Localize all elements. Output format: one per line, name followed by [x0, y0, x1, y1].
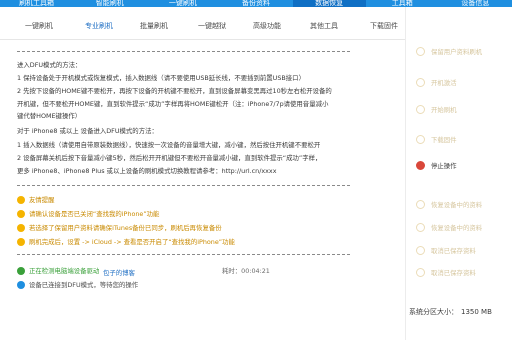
- nav-item-backup[interactable]: 备份资料: [219, 0, 292, 7]
- button-label: 取消已保存资料: [431, 246, 476, 255]
- button-label: 恢复设备中的资料: [431, 200, 483, 209]
- warning-icon: [17, 237, 25, 246]
- top-nav: 刷机工具箱 智能刷机 一键刷机 备份资料 数据恢复 工具箱 设备信息: [0, 0, 512, 7]
- status-connected: 正在检测电脑端设备驱动 耗时：00:04:21: [17, 265, 347, 276]
- restore-data-button[interactable]: 恢复设备中的资料: [416, 198, 506, 210]
- button-label: 保留用户资料刷机: [431, 47, 483, 56]
- timer-label: 耗时：: [222, 267, 242, 275]
- button-label: 开机激活: [431, 78, 457, 87]
- nav-item-smart-flash[interactable]: 智能刷机: [73, 0, 146, 7]
- divider: [17, 254, 350, 255]
- instruction-line: 2 先按下设备的HOME键不要松开，再按下设备的开机键不要松开，直到设备屏幕变黑…: [17, 87, 332, 95]
- instruction-line: 1 保持设备处于开机模式或恢复模式，插入数据线（请不要使用USB延长线，不要插到…: [17, 74, 305, 82]
- instruction-line: 对于 iPhone8 或以上 设备进入DFU模式的方法：: [17, 127, 158, 135]
- instruction-line: 更多 iPhone8、iPhone8 Plus 或以上设备的刷机模式切换教程请参…: [17, 167, 277, 175]
- app-window: 刷机工具箱 智能刷机 一键刷机 备份资料 数据恢复 工具箱 设备信息 一键刷机 …: [0, 0, 512, 340]
- instruction-line: 键代替HOME键操作）: [17, 112, 82, 120]
- restore-data-button[interactable]: 恢复设备中的资料: [416, 221, 506, 233]
- tab-jailbreak[interactable]: 一键越狱: [198, 21, 226, 31]
- warning-icon: [17, 209, 25, 218]
- status-text: 正在检测电脑端设备驱动: [29, 267, 100, 275]
- activate-button[interactable]: 开机激活: [416, 76, 506, 88]
- instruction-line: 2 设备屏幕关机后按下音量减小键5秒，然后松开开机键但不要松开音量减小键，直到软…: [17, 154, 322, 162]
- radio-icon: [416, 46, 425, 56]
- button-label: 开始刷机: [431, 105, 457, 114]
- tip-item: 刷机完成后，设置 -> iCloud -> 查看是否开启了“查找我的iPhone…: [17, 236, 235, 247]
- tip-header: 友情提醒: [17, 194, 55, 205]
- nav-item-one-click[interactable]: 一键刷机: [146, 0, 219, 7]
- blog-link[interactable]: 包子的博客: [103, 268, 135, 277]
- radio-icon: [416, 134, 425, 144]
- instruction-line: 1 插入数据线（请使用自带原装数据线），快速按一次设备的音量增大键，减小键，然后…: [17, 141, 321, 149]
- info-icon: [17, 280, 25, 289]
- divider: [17, 185, 350, 186]
- nav-item-recovery[interactable]: 数据恢复: [292, 0, 366, 7]
- download-firmware-button[interactable]: 下载固件: [416, 133, 506, 145]
- radio-icon: [416, 267, 425, 277]
- button-label: 恢复设备中的资料: [431, 223, 483, 232]
- nav-item-tools[interactable]: 工具箱: [366, 0, 439, 7]
- radio-icon: [416, 199, 425, 209]
- instruction-line: 开机键，但不要松开HOME键，直到软件提示“成功”字样再将HOME键松开（注：i…: [17, 100, 329, 108]
- stop-button[interactable]: 停止操作: [416, 159, 506, 171]
- tip-item: 若选择了保留用户资料请确保iTunes备份已同步，刷机后再恢复备份: [17, 222, 222, 233]
- elapsed-time: 耗时：00:04:21: [222, 266, 270, 275]
- radio-icon: [416, 104, 425, 114]
- sub-tabs: 一键刷机 专业刷机 批量刷机 一键越狱 高级功能 其他工具 下载固件: [0, 7, 405, 40]
- warning-icon: [17, 195, 25, 204]
- radio-icon: [416, 245, 425, 255]
- nav-item-device-info[interactable]: 设备信息: [439, 0, 512, 7]
- tab-batch-flash[interactable]: 批量刷机: [140, 21, 168, 31]
- tip-item: 请确认设备是否已关闭“查找我的iPhone”功能: [17, 208, 159, 219]
- tab-one-click-flash[interactable]: 一键刷机: [25, 21, 53, 31]
- radio-icon: [416, 222, 425, 232]
- button-label: 取消已保存资料: [431, 268, 476, 277]
- tab-pro-flash[interactable]: 专业刷机: [85, 21, 113, 31]
- action-sidebar: 保留用户资料刷机 开机激活 开始刷机 下载固件 停止操作 恢复设备中的资料 恢复…: [405, 7, 512, 340]
- dfu-heading: 进入DFU模式的方法：: [17, 61, 82, 69]
- partition-size-value: 1350 MB: [461, 308, 492, 316]
- warning-icon: [17, 223, 25, 232]
- tip-label: 友情提醒: [29, 196, 55, 204]
- tip-text: 若选择了保留用户资料请确保iTunes备份已同步，刷机后再恢复备份: [29, 224, 222, 232]
- partition-size-label: 系统分区大小：: [409, 308, 458, 316]
- radio-icon: [416, 77, 425, 87]
- button-label: 停止操作: [431, 161, 457, 170]
- partition-size: 系统分区大小： 1350 MB: [409, 307, 492, 317]
- tip-text: 刷机完成后，设置 -> iCloud -> 查看是否开启了“查找我的iPhone…: [29, 238, 235, 246]
- start-flash-button[interactable]: 开始刷机: [416, 103, 506, 115]
- timer-value: 00:04:21: [241, 267, 270, 275]
- status-text: 设备已连接到DFU模式，等待您的操作: [29, 281, 139, 289]
- tip-text: 请确认设备是否已关闭“查找我的iPhone”功能: [29, 210, 160, 218]
- status-mode: 设备已连接到DFU模式，等待您的操作: [17, 279, 138, 290]
- check-icon: [17, 266, 25, 275]
- cancel-saved-data-button[interactable]: 取消已保存资料: [416, 266, 506, 278]
- tab-advanced[interactable]: 高级功能: [253, 21, 281, 31]
- tab-download-firmware[interactable]: 下载固件: [370, 21, 398, 31]
- nav-item-toolbox[interactable]: 刷机工具箱: [0, 0, 73, 7]
- keep-data-flash-button[interactable]: 保留用户资料刷机: [416, 45, 506, 57]
- stop-icon: [416, 160, 425, 170]
- main-content: 进入DFU模式的方法： 1 保持设备处于开机模式或恢复模式，插入数据线（请不要使…: [0, 40, 405, 340]
- divider: [17, 51, 350, 52]
- button-label: 下载固件: [431, 135, 457, 144]
- cancel-saved-data-button[interactable]: 取消已保存资料: [416, 244, 506, 256]
- tab-other-tools[interactable]: 其他工具: [310, 21, 338, 31]
